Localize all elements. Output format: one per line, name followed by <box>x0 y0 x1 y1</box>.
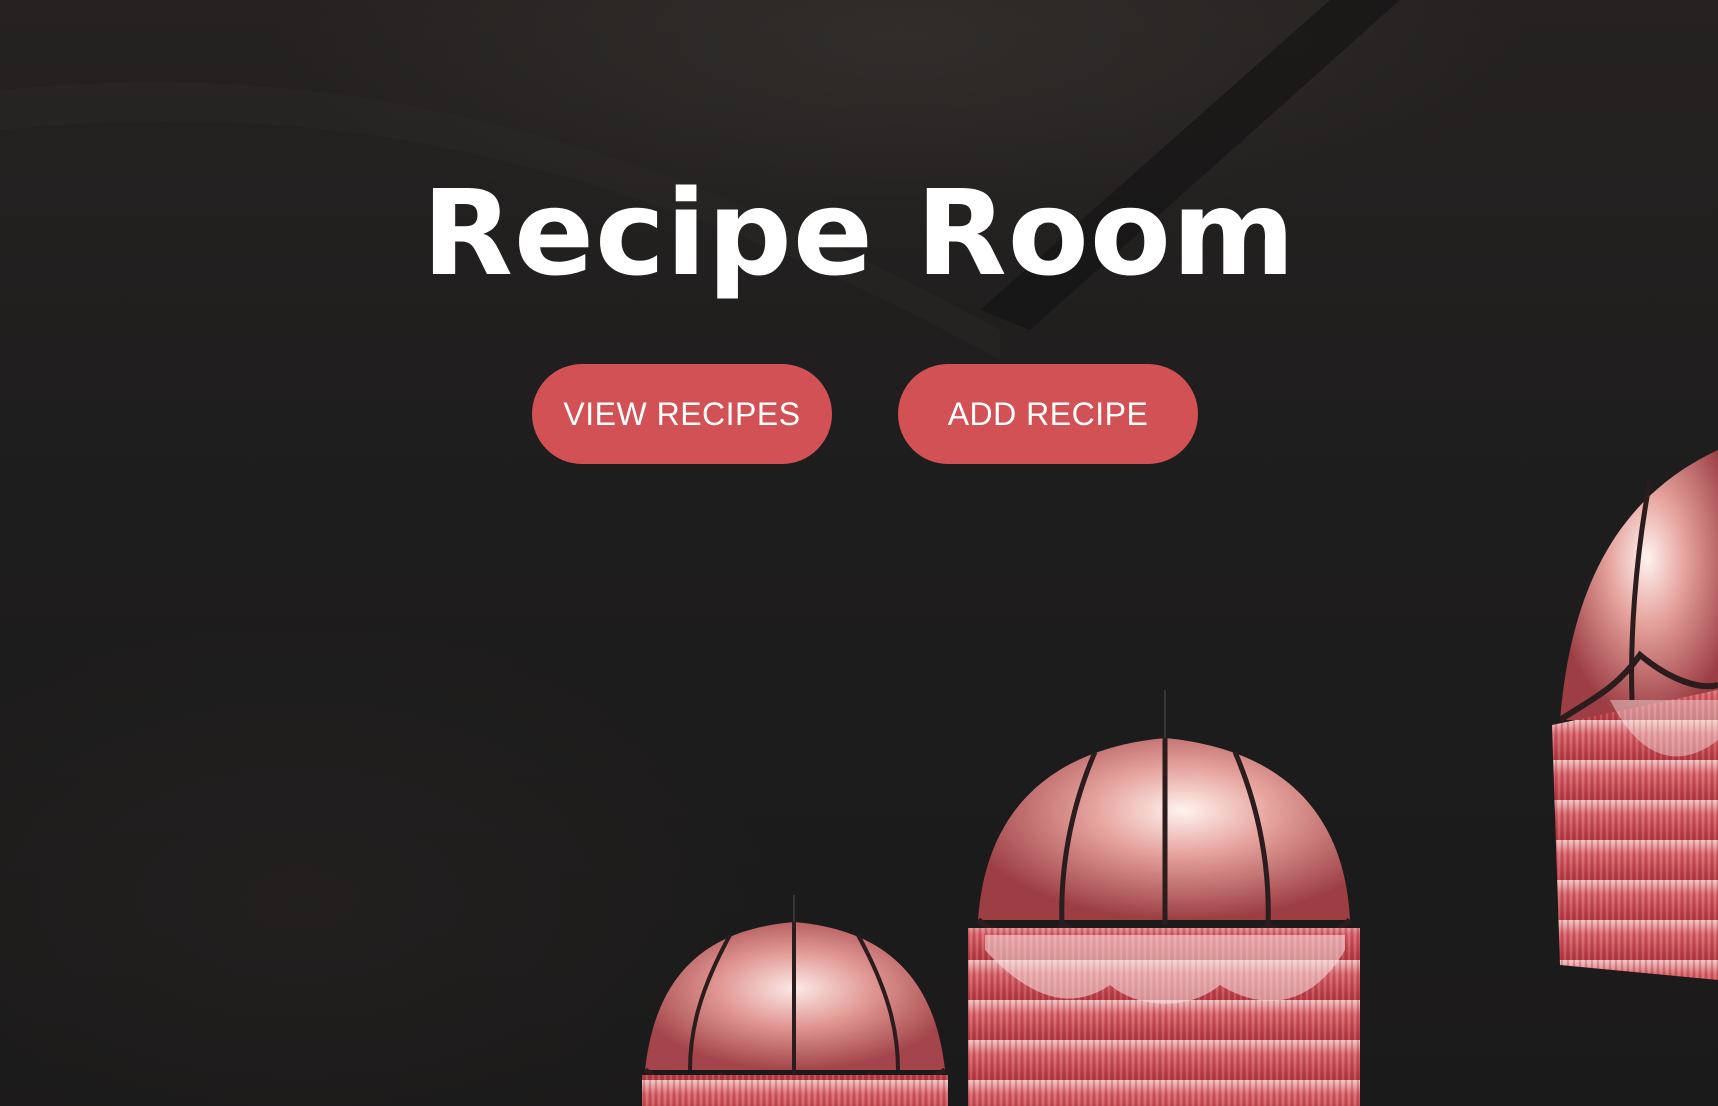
hero-section: Recipe Room VIEW RECIPES ADD RECIPE <box>0 0 1718 1106</box>
small-lamp-shape <box>642 922 948 1106</box>
view-recipes-button[interactable]: VIEW RECIPES <box>532 364 832 464</box>
add-recipe-button[interactable]: ADD RECIPE <box>898 364 1198 464</box>
page-title: Recipe Room <box>422 164 1296 302</box>
middle-lamp-shape <box>968 738 1360 1106</box>
right-lamp-shape <box>1552 450 1718 980</box>
